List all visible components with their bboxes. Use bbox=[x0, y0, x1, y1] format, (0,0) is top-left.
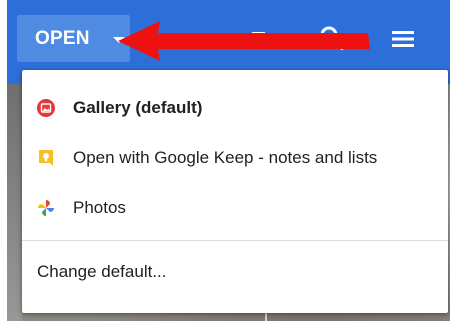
menu-item-label: Change default... bbox=[37, 262, 167, 281]
menu-item-label: Gallery (default) bbox=[73, 98, 203, 117]
menu-item-google-keep[interactable]: Open with Google Keep - notes and lists bbox=[22, 133, 448, 183]
open-button-label: OPEN bbox=[35, 27, 90, 49]
menu-item-gallery[interactable]: Gallery (default) bbox=[22, 83, 448, 133]
open-button[interactable]: OPEN bbox=[17, 15, 130, 62]
google-keep-icon bbox=[39, 150, 53, 166]
menu-item-label: Photos bbox=[73, 198, 126, 217]
menu-icon[interactable] bbox=[391, 28, 415, 50]
menu-item-change-default[interactable]: Change default... bbox=[22, 249, 448, 295]
google-photos-icon bbox=[38, 200, 54, 216]
gallery-app-icon bbox=[37, 99, 55, 117]
menu-item-photos[interactable]: Photos bbox=[22, 183, 448, 233]
menu-item-label: Open with Google Keep - notes and lists bbox=[73, 148, 378, 167]
photo-edge-strip bbox=[7, 84, 22, 321]
red-annotation-arrow bbox=[118, 21, 370, 61]
open-with-dropdown: Gallery (default) Open with Google Keep … bbox=[22, 70, 448, 313]
page-edge bbox=[0, 0, 7, 321]
menu-divider bbox=[22, 240, 448, 241]
